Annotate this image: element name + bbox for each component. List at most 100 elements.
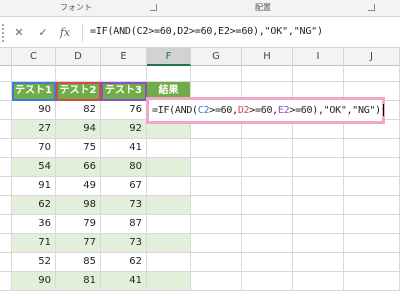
empty-cell[interactable] bbox=[0, 234, 12, 253]
data-cell[interactable]: 85 bbox=[56, 253, 101, 272]
alignment-dialog-launcher-icon[interactable] bbox=[368, 4, 375, 11]
data-cell[interactable]: 27 bbox=[12, 120, 56, 139]
empty-cell[interactable] bbox=[0, 215, 12, 234]
empty-cell[interactable] bbox=[191, 158, 242, 177]
header-cell-test2[interactable]: テスト2 bbox=[56, 82, 101, 101]
column-header-h[interactable]: H bbox=[242, 48, 293, 66]
empty-cell[interactable] bbox=[293, 234, 344, 253]
cell-top-partial[interactable] bbox=[101, 66, 147, 82]
empty-cell[interactable] bbox=[242, 196, 293, 215]
data-cell[interactable]: 66 bbox=[56, 158, 101, 177]
data-cell[interactable]: 90 bbox=[12, 101, 56, 120]
in-cell-formula[interactable]: =IF(AND(C2>=60,D2>=60,E2>=60),"OK","NG") bbox=[152, 104, 384, 116]
empty-cell[interactable] bbox=[147, 158, 191, 177]
empty-cell[interactable] bbox=[191, 234, 242, 253]
data-cell[interactable]: 90 bbox=[12, 272, 56, 291]
empty-cell[interactable] bbox=[0, 101, 12, 120]
empty-cell[interactable] bbox=[147, 253, 191, 272]
empty-cell[interactable] bbox=[147, 234, 191, 253]
data-cell[interactable]: 62 bbox=[12, 196, 56, 215]
data-cell[interactable]: 80 bbox=[101, 158, 147, 177]
empty-cell[interactable] bbox=[242, 253, 293, 272]
empty-cell[interactable] bbox=[344, 158, 400, 177]
in-cell-edit-box[interactable]: =IF(AND(C2>=60,D2>=60,E2>=60),"OK","NG") bbox=[146, 97, 385, 124]
data-cell[interactable]: 76 bbox=[101, 101, 147, 120]
empty-cell[interactable] bbox=[344, 139, 400, 158]
empty-cell[interactable] bbox=[344, 177, 400, 196]
empty-cell[interactable] bbox=[0, 253, 12, 272]
cell-top-partial[interactable] bbox=[0, 66, 12, 82]
empty-cell[interactable] bbox=[242, 234, 293, 253]
empty-cell[interactable] bbox=[293, 215, 344, 234]
column-header-f[interactable]: F bbox=[147, 48, 191, 66]
empty-cell[interactable] bbox=[242, 177, 293, 196]
column-header-j[interactable]: J bbox=[344, 48, 400, 66]
data-cell[interactable]: 98 bbox=[56, 196, 101, 215]
empty-cell[interactable] bbox=[0, 196, 12, 215]
data-cell[interactable]: 41 bbox=[101, 139, 147, 158]
data-cell[interactable]: 73 bbox=[101, 234, 147, 253]
empty-cell[interactable] bbox=[147, 215, 191, 234]
empty-cell[interactable] bbox=[0, 120, 12, 139]
empty-cell[interactable] bbox=[344, 196, 400, 215]
empty-cell[interactable] bbox=[191, 215, 242, 234]
empty-cell[interactable] bbox=[191, 196, 242, 215]
empty-cell[interactable] bbox=[191, 139, 242, 158]
data-cell[interactable]: 75 bbox=[56, 139, 101, 158]
empty-cell[interactable] bbox=[0, 177, 12, 196]
data-cell[interactable]: 94 bbox=[56, 120, 101, 139]
cell-top-partial[interactable] bbox=[56, 66, 101, 82]
cell-top-partial[interactable] bbox=[344, 66, 400, 82]
insert-function-icon[interactable]: fx bbox=[58, 25, 72, 41]
data-cell[interactable]: 70 bbox=[12, 139, 56, 158]
empty-cell[interactable] bbox=[191, 253, 242, 272]
data-cell[interactable]: 77 bbox=[56, 234, 101, 253]
empty-cell[interactable] bbox=[242, 139, 293, 158]
empty-cell[interactable] bbox=[242, 272, 293, 291]
cell-top-partial[interactable] bbox=[191, 66, 242, 82]
empty-cell[interactable] bbox=[293, 139, 344, 158]
empty-cell[interactable] bbox=[242, 215, 293, 234]
empty-cell[interactable] bbox=[293, 253, 344, 272]
empty-cell[interactable] bbox=[0, 272, 12, 291]
data-cell[interactable]: 52 bbox=[12, 253, 56, 272]
cell-top-partial[interactable] bbox=[12, 66, 56, 82]
empty-cell[interactable] bbox=[293, 177, 344, 196]
empty-cell[interactable] bbox=[293, 272, 344, 291]
data-cell[interactable]: 91 bbox=[12, 177, 56, 196]
data-cell[interactable]: 54 bbox=[12, 158, 56, 177]
data-cell[interactable]: 87 bbox=[101, 215, 147, 234]
data-cell[interactable]: 92 bbox=[101, 120, 147, 139]
cell-top-partial[interactable] bbox=[147, 66, 191, 82]
data-cell[interactable]: 82 bbox=[56, 101, 101, 120]
empty-cell[interactable] bbox=[0, 139, 12, 158]
cell-top-partial[interactable] bbox=[293, 66, 344, 82]
empty-cell[interactable] bbox=[191, 272, 242, 291]
column-header-d[interactable]: D bbox=[56, 48, 101, 66]
cell-top-partial[interactable] bbox=[242, 66, 293, 82]
formula-input[interactable]: =IF(AND(C2>=60,D2>=60,E2>=60),"OK","NG") bbox=[90, 26, 323, 37]
data-cell[interactable]: 36 bbox=[12, 215, 56, 234]
data-cell[interactable]: 62 bbox=[101, 253, 147, 272]
header-cell-test1[interactable]: テスト1 bbox=[12, 82, 56, 101]
empty-cell[interactable] bbox=[293, 196, 344, 215]
data-cell[interactable]: 41 bbox=[101, 272, 147, 291]
data-cell[interactable]: 73 bbox=[101, 196, 147, 215]
empty-cell[interactable] bbox=[344, 272, 400, 291]
empty-cell[interactable] bbox=[147, 272, 191, 291]
column-header-e[interactable]: E bbox=[101, 48, 147, 66]
enter-icon[interactable]: ✓ bbox=[36, 25, 50, 41]
font-dialog-launcher-icon[interactable] bbox=[150, 4, 157, 11]
empty-cell[interactable] bbox=[147, 196, 191, 215]
empty-cell[interactable] bbox=[191, 177, 242, 196]
data-cell[interactable]: 81 bbox=[56, 272, 101, 291]
header-cell-test3[interactable]: テスト3 bbox=[101, 82, 147, 101]
data-cell[interactable]: 67 bbox=[101, 177, 147, 196]
data-cell[interactable]: 49 bbox=[56, 177, 101, 196]
column-header-B-edge[interactable] bbox=[0, 48, 12, 66]
column-header-i[interactable]: I bbox=[293, 48, 344, 66]
empty-cell[interactable] bbox=[293, 158, 344, 177]
name-box-grip-icon[interactable] bbox=[0, 24, 4, 42]
empty-cell[interactable] bbox=[242, 158, 293, 177]
column-header-c[interactable]: C bbox=[12, 48, 56, 66]
